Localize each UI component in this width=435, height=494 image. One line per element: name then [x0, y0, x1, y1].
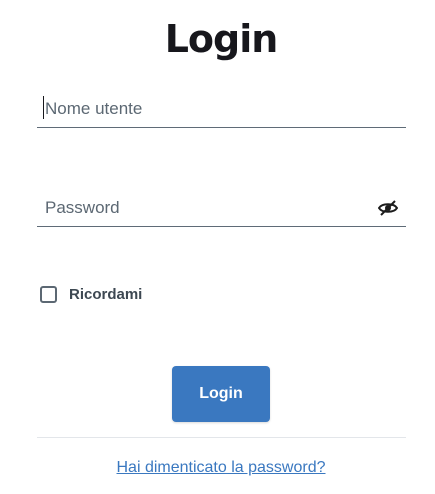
remember-me[interactable]: Ricordami — [40, 286, 142, 303]
page-title: Login — [164, 17, 279, 61]
remember-checkbox[interactable] — [40, 286, 57, 303]
username-input[interactable] — [45, 92, 365, 126]
password-input[interactable] — [45, 191, 365, 225]
divider — [37, 437, 406, 438]
remember-label: Ricordami — [69, 286, 143, 303]
password-field[interactable] — [37, 191, 406, 227]
eye-slash-icon[interactable] — [377, 200, 399, 216]
username-field[interactable] — [37, 92, 406, 128]
forgot-password-link[interactable]: Hai dimenticato la password? — [0, 459, 435, 477]
text-caret — [43, 96, 44, 119]
login-button[interactable]: Login — [172, 366, 270, 422]
